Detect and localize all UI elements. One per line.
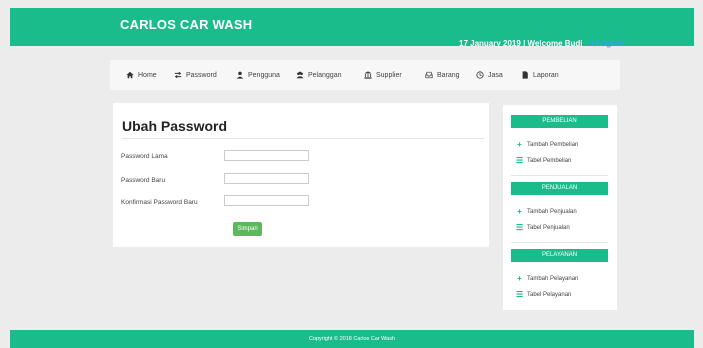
sidebar-item-label: Tambah Pelayanan — [527, 275, 579, 282]
old-password-input[interactable] — [224, 150, 309, 161]
nav-item-barang[interactable]: Barang — [425, 71, 460, 79]
nav-label-pengguna: Pengguna — [248, 71, 280, 79]
footer: Copyright © 2018 Carlos Car Wash — [10, 330, 694, 348]
logout-icon[interactable]: ➜ — [588, 39, 595, 48]
plus-icon: + — [517, 140, 522, 149]
clock-icon — [476, 71, 484, 79]
sidebar-item-label: Tabel Pelayanan — [527, 291, 572, 298]
sidebar-item-tabel-penjualan[interactable]: ☰ Tabel Penjualan — [516, 223, 570, 232]
sidebar-heading-pelayanan: PELAYANAN — [511, 249, 608, 262]
list-icon: ☰ — [516, 156, 524, 165]
plus-icon: + — [517, 207, 522, 216]
nav-item-laporan[interactable]: Laporan — [521, 71, 559, 79]
sidebar-item-tambah-pembelian[interactable]: + Tambah Pembelian — [516, 140, 578, 149]
sidebar-item-label: Tabel Penjualan — [527, 224, 570, 231]
nav-item-home[interactable]: Home — [126, 71, 157, 79]
sidebar-item-tabel-pembelian[interactable]: ☰ Tabel Pembelian — [516, 156, 571, 165]
nav-label-jasa: Jasa — [488, 71, 503, 79]
nav-item-supplier[interactable]: Supplier — [364, 71, 402, 79]
list-icon: ☰ — [516, 223, 524, 232]
header-welcome: Welcome Budi — [527, 39, 583, 48]
nav-label-password: Password — [186, 71, 217, 79]
nav-label-supplier: Supplier — [376, 71, 402, 79]
sidebar-item-label: Tabel Pembelian — [527, 157, 572, 164]
sidebar-heading-penjualan: PENJUALAN — [511, 182, 608, 195]
users-icon — [296, 71, 304, 79]
brand-title[interactable]: CARLOS CAR WASH — [120, 17, 252, 32]
sidebar-divider — [511, 175, 608, 176]
sidebar-heading-pembelian: PEMBELIAN — [511, 115, 608, 128]
nav-label-barang: Barang — [437, 71, 460, 79]
change-password-panel: Ubah Password Password Lama Password Bar… — [113, 103, 489, 247]
user-icon — [236, 71, 244, 79]
header-date: 17 January 2019 — [459, 39, 521, 48]
header-user-info: 17 January 2019 | Welcome Budi ➜ Logout — [459, 39, 624, 48]
nav-item-pelanggan[interactable]: Pelanggan — [296, 71, 341, 79]
confirm-password-input[interactable] — [224, 195, 309, 206]
footer-copyright: Copyright © 2018 Carlos Car Wash — [308, 336, 396, 342]
home-icon — [126, 71, 134, 79]
confirm-password-label: Konfirmasi Password Baru — [121, 199, 198, 206]
nav-label-pelanggan: Pelanggan — [308, 71, 342, 79]
title-divider — [122, 138, 484, 139]
file-icon — [522, 71, 528, 79]
sidebar: PEMBELIAN + Tambah Pembelian ☰ Tabel Pem… — [503, 105, 617, 310]
sidebar-divider — [511, 242, 608, 243]
page-title: Ubah Password — [122, 118, 228, 134]
bank-icon — [364, 71, 372, 79]
top-header: CARLOS CAR WASH 17 January 2019 | Welcom… — [10, 8, 694, 48]
inbox-icon — [425, 71, 433, 79]
nav-item-jasa[interactable]: Jasa — [476, 71, 503, 79]
nav-label-home: Home — [138, 71, 157, 79]
new-password-input[interactable] — [224, 173, 309, 184]
plus-icon: + — [517, 274, 522, 283]
old-password-label: Password Lama — [121, 153, 168, 160]
sidebar-item-label: Tambah Pembelian — [527, 141, 579, 148]
nav-label-laporan: Laporan — [533, 71, 559, 79]
header-separator: | — [523, 39, 526, 48]
sidebar-item-tambah-penjualan[interactable]: + Tambah Penjualan — [516, 207, 577, 216]
nav-item-password[interactable]: Password — [174, 71, 217, 79]
sidebar-item-tambah-pelayanan[interactable]: + Tambah Pelayanan — [516, 274, 578, 283]
list-icon: ☰ — [516, 290, 524, 299]
main-nav: Home Password Pengguna Pelanggan Supplie… — [110, 60, 620, 90]
new-password-label: Password Baru — [121, 177, 166, 184]
save-button[interactable]: Simpan — [233, 222, 262, 236]
sidebar-item-label: Tambah Penjualan — [527, 208, 577, 215]
exchange-icon — [174, 71, 182, 79]
nav-item-pengguna[interactable]: Pengguna — [236, 71, 280, 79]
sidebar-item-tabel-pelayanan[interactable]: ☰ Tabel Pelayanan — [516, 290, 571, 299]
logout-link[interactable]: Logout — [596, 39, 623, 48]
